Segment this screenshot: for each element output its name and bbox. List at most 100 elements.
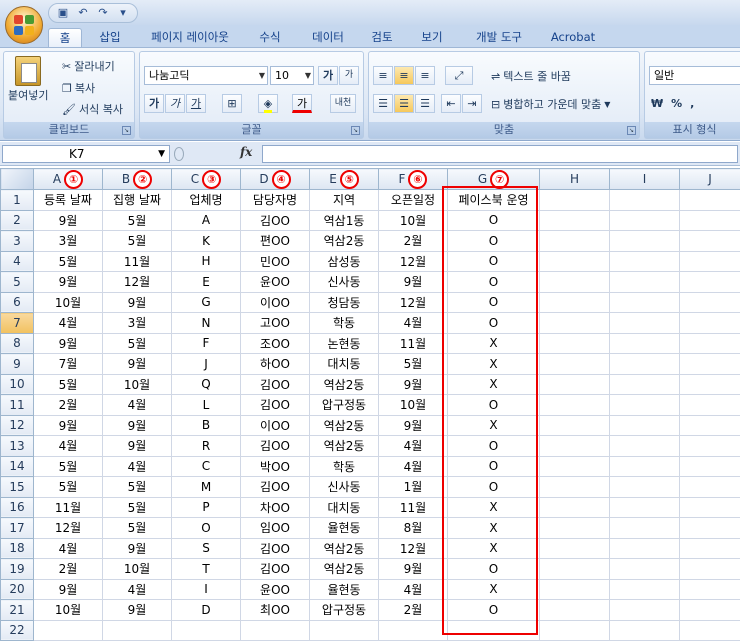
- grid-cell[interactable]: 김OO: [241, 559, 310, 580]
- grid-cell[interactable]: [680, 477, 740, 498]
- grid-cell[interactable]: [680, 333, 740, 354]
- grid-cell[interactable]: 신사동: [310, 477, 379, 498]
- grid-cell[interactable]: 12월: [379, 292, 448, 313]
- row-header[interactable]: 11: [1, 395, 34, 416]
- tab-view[interactable]: 보기: [414, 28, 450, 47]
- row-header[interactable]: 14: [1, 456, 34, 477]
- grid-cell[interactable]: [610, 415, 680, 436]
- grid-cell[interactable]: 5월: [103, 333, 172, 354]
- grid-cell[interactable]: 12월: [379, 538, 448, 559]
- grid-cell[interactable]: [680, 190, 740, 211]
- grid-cell[interactable]: [680, 518, 740, 539]
- grid-cell[interactable]: 논현동: [310, 333, 379, 354]
- name-box[interactable]: K7▼: [2, 145, 170, 163]
- align-middle-button[interactable]: ≡: [394, 66, 414, 85]
- grid-cell[interactable]: 4월: [103, 456, 172, 477]
- grid-cell[interactable]: [310, 620, 379, 641]
- row-header[interactable]: 18: [1, 538, 34, 559]
- grid-cell[interactable]: 윤OO: [241, 272, 310, 293]
- grid-cell[interactable]: [610, 559, 680, 580]
- grid-cell[interactable]: [680, 579, 740, 600]
- row-header[interactable]: 22: [1, 620, 34, 641]
- grid-cell[interactable]: 9월: [379, 374, 448, 395]
- grid-cell[interactable]: 4월: [34, 436, 103, 457]
- grid-cell[interactable]: [680, 313, 740, 334]
- grid-cell[interactable]: 4월: [103, 579, 172, 600]
- grid-cell[interactable]: M: [172, 477, 241, 498]
- grid-cell[interactable]: [540, 518, 610, 539]
- grid-cell[interactable]: 9월: [34, 272, 103, 293]
- grid-cell[interactable]: [540, 354, 610, 375]
- row-header[interactable]: 16: [1, 497, 34, 518]
- grid-cell[interactable]: 신사동: [310, 272, 379, 293]
- font-color-button[interactable]: 가: [292, 94, 312, 113]
- grid-cell[interactable]: [610, 538, 680, 559]
- grid-cell[interactable]: 5월: [34, 477, 103, 498]
- row-header[interactable]: 21: [1, 600, 34, 621]
- row-header[interactable]: 6: [1, 292, 34, 313]
- grid-cell[interactable]: 4월: [34, 538, 103, 559]
- column-header-j[interactable]: J: [680, 169, 740, 190]
- font-size-combo[interactable]: 10▼: [270, 66, 314, 85]
- tab-home[interactable]: 홈: [48, 28, 82, 47]
- grid-cell[interactable]: [610, 210, 680, 231]
- border-button[interactable]: ⊞: [222, 94, 242, 113]
- underline-button[interactable]: 가: [186, 94, 206, 113]
- grid-cell[interactable]: 5월: [34, 374, 103, 395]
- grid-cell[interactable]: [540, 231, 610, 252]
- grid-cell[interactable]: S: [172, 538, 241, 559]
- grid-cell[interactable]: 2월: [34, 559, 103, 580]
- tab-insert[interactable]: 삽입: [90, 28, 130, 47]
- grid-cell[interactable]: 4월: [379, 436, 448, 457]
- grid-cell[interactable]: 11월: [379, 497, 448, 518]
- row-header[interactable]: 20: [1, 579, 34, 600]
- undo-icon[interactable]: ↶: [75, 6, 91, 20]
- grid-cell[interactable]: 윤OO: [241, 579, 310, 600]
- fill-color-button[interactable]: ◈: [258, 94, 278, 113]
- grid-cell[interactable]: 10월: [34, 600, 103, 621]
- grid-cell[interactable]: [680, 620, 740, 641]
- grid-cell[interactable]: N: [172, 313, 241, 334]
- grid-cell[interactable]: [680, 456, 740, 477]
- grid-cell[interactable]: 11월: [34, 497, 103, 518]
- grid-cell[interactable]: [172, 620, 241, 641]
- row-header[interactable]: 10: [1, 374, 34, 395]
- grid-cell[interactable]: 역삼2동: [310, 559, 379, 580]
- grid-cell[interactable]: [680, 210, 740, 231]
- grid-cell[interactable]: [540, 333, 610, 354]
- grid-cell[interactable]: 이OO: [241, 292, 310, 313]
- grid-cell[interactable]: [680, 538, 740, 559]
- row-header[interactable]: 19: [1, 559, 34, 580]
- grid-cell[interactable]: 5월: [103, 210, 172, 231]
- grid-cell[interactable]: 역삼2동: [310, 374, 379, 395]
- grid-cell[interactable]: [610, 251, 680, 272]
- font-name-combo[interactable]: 나눔고딕▼: [144, 66, 268, 85]
- grid-cell[interactable]: [610, 518, 680, 539]
- tab-acrobat[interactable]: Acrobat: [546, 28, 600, 47]
- grid-cell[interactable]: 9월: [379, 272, 448, 293]
- grid-cell[interactable]: [610, 456, 680, 477]
- grid-cell[interactable]: G: [172, 292, 241, 313]
- grid-cell[interactable]: H: [172, 251, 241, 272]
- insert-function-icon[interactable]: fx: [240, 145, 252, 159]
- grid-cell[interactable]: 12월: [103, 272, 172, 293]
- grid-cell[interactable]: [540, 456, 610, 477]
- grid-cell[interactable]: 11월: [379, 333, 448, 354]
- grid-cell[interactable]: 9월: [103, 600, 172, 621]
- grid-cell[interactable]: [540, 477, 610, 498]
- grid-cell[interactable]: 김OO: [241, 477, 310, 498]
- grid-cell[interactable]: E: [172, 272, 241, 293]
- header-cell[interactable]: 지역: [310, 190, 379, 211]
- grid-cell[interactable]: 2월: [34, 395, 103, 416]
- column-header-f[interactable]: F⑥: [379, 169, 448, 190]
- grid-cell[interactable]: A: [172, 210, 241, 231]
- redo-icon[interactable]: ↷: [95, 6, 111, 20]
- row-header[interactable]: 5: [1, 272, 34, 293]
- grid-cell[interactable]: [34, 620, 103, 641]
- orientation-button[interactable]: ⤢: [445, 66, 473, 85]
- grid-cell[interactable]: 박OO: [241, 456, 310, 477]
- grid-cell[interactable]: 김OO: [241, 395, 310, 416]
- grid-cell[interactable]: 10월: [103, 559, 172, 580]
- grid-cell[interactable]: 김OO: [241, 538, 310, 559]
- grid-cell[interactable]: 5월: [103, 231, 172, 252]
